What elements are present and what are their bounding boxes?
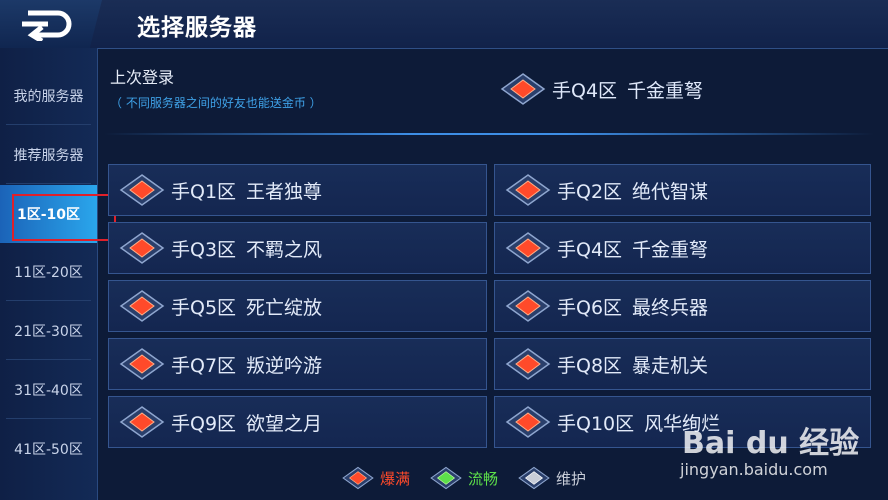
server-name: 暴走机关	[632, 354, 709, 377]
zone-sidebar: 我的服务器 推荐服务器 1区-10区 11区-20区 21区-30区 31区-4…	[0, 48, 98, 500]
server-name: 不羁之风	[246, 238, 323, 261]
server-name: 最终兵器	[632, 296, 709, 319]
server-item-q8[interactable]: 手Q8区 暴走机关	[494, 338, 871, 390]
server-zone: 手Q4区	[552, 79, 618, 102]
status-full-icon	[342, 466, 374, 490]
legend-maintenance: 维护	[516, 466, 586, 490]
status-full-icon	[119, 290, 165, 322]
status-legend: 爆满 流畅 维护	[340, 466, 604, 490]
sidebar-item-my-servers[interactable]: 我的服务器	[0, 67, 97, 125]
legend-label: 爆满	[380, 469, 411, 488]
server-item-q6[interactable]: 手Q6区 最终兵器	[494, 280, 871, 332]
status-full-icon	[505, 232, 551, 264]
server-name: 王者独尊	[246, 180, 323, 203]
sidebar-item-recommended[interactable]: 推荐服务器	[0, 126, 97, 184]
status-maintenance-icon	[518, 466, 550, 490]
status-full-icon	[119, 348, 165, 380]
server-name: 绝代智谋	[632, 180, 709, 203]
server-zone: 手Q1区	[171, 180, 237, 203]
server-zone: 手Q3区	[171, 238, 237, 261]
server-name: 叛逆吟游	[246, 354, 323, 377]
status-full-icon	[505, 348, 551, 380]
status-full-icon	[119, 406, 165, 438]
server-zone: 手Q4区	[557, 238, 623, 261]
server-item-q1[interactable]: 手Q1区 王者独尊	[108, 164, 487, 216]
legend-label: 流畅	[468, 469, 499, 488]
status-full-icon	[119, 174, 165, 206]
legend-smooth: 流畅	[428, 466, 498, 490]
status-full-icon	[505, 406, 551, 438]
legend-full: 爆满	[340, 466, 410, 490]
server-item-q10[interactable]: 手Q10区 风华绚烂	[494, 396, 871, 448]
server-name: 千金重弩	[632, 238, 709, 261]
status-full-icon	[505, 174, 551, 206]
server-name: 死亡绽放	[246, 296, 323, 319]
page-title: 选择服务器	[137, 15, 257, 41]
status-full-icon	[505, 290, 551, 322]
sidebar-item-zone-31-40[interactable]: 31区-40区	[0, 361, 97, 419]
server-name: 风华绚烂	[644, 412, 721, 435]
last-login-server[interactable]: 手Q4区 千金重弩	[500, 72, 703, 106]
last-login-note: （ 不同服务器之间的好友也能送金币 ）	[110, 96, 322, 110]
last-login-title: 上次登录	[110, 68, 175, 87]
sidebar-item-zone-11-20[interactable]: 11区-20区	[0, 243, 97, 301]
server-zone: 手Q9区	[171, 412, 237, 435]
status-smooth-icon	[430, 466, 462, 490]
status-full-icon	[119, 232, 165, 264]
sidebar-item-zone-21-30[interactable]: 21区-30区	[0, 302, 97, 360]
back-button[interactable]	[0, 0, 102, 48]
server-item-q4[interactable]: 手Q4区 千金重弩	[494, 222, 871, 274]
status-full-icon	[500, 73, 546, 105]
server-name: 千金重弩	[627, 79, 704, 102]
server-zone: 手Q10区	[557, 412, 635, 435]
server-grid: 手Q1区 王者独尊 手Q2区 绝代智谋 手Q3区 不羁之风 手Q4区 千金重弩 …	[108, 164, 871, 448]
server-zone: 手Q2区	[557, 180, 623, 203]
server-zone: 手Q5区	[171, 296, 237, 319]
server-item-q7[interactable]: 手Q7区 叛逆吟游	[108, 338, 487, 390]
back-arrow-icon	[22, 10, 72, 41]
sidebar-item-zone-41-50[interactable]: 41区-50区	[0, 420, 97, 478]
top-bar: 选择服务器	[0, 0, 888, 49]
server-item-q3[interactable]: 手Q3区 不羁之风	[108, 222, 487, 274]
last-login-section: 上次登录 （ 不同服务器之间的好友也能送金币 ）	[110, 64, 322, 111]
highlight-box	[12, 194, 116, 241]
server-item-q5[interactable]: 手Q5区 死亡绽放	[108, 280, 487, 332]
server-name: 欲望之月	[246, 412, 323, 435]
server-item-q9[interactable]: 手Q9区 欲望之月	[108, 396, 487, 448]
server-zone: 手Q7区	[171, 354, 237, 377]
legend-label: 维护	[556, 469, 587, 488]
section-divider	[104, 133, 874, 135]
server-zone: 手Q6区	[557, 296, 623, 319]
watermark-url: jingyan.baidu.com	[680, 460, 828, 479]
server-item-q2[interactable]: 手Q2区 绝代智谋	[494, 164, 871, 216]
server-zone: 手Q8区	[557, 354, 623, 377]
